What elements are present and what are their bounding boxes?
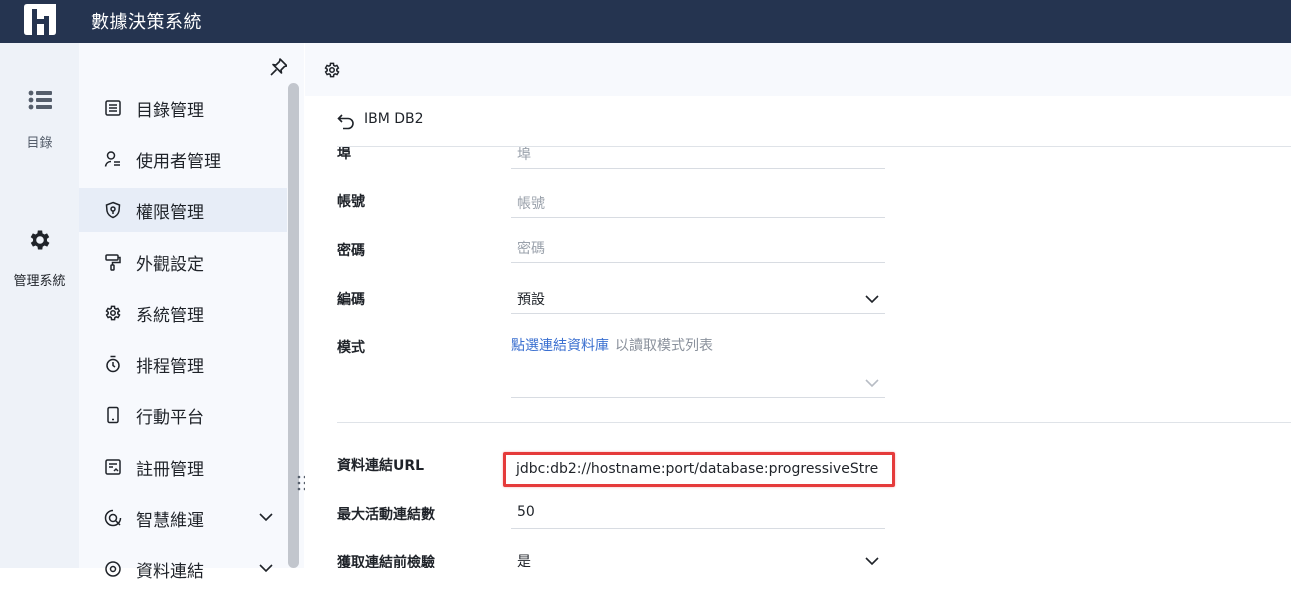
menu-item-appearance-settings[interactable]: 外觀設定 xyxy=(79,240,287,284)
menu-item-label: 資料連結 xyxy=(136,562,204,582)
port-placeholder: 埠 xyxy=(517,147,531,163)
test-before-label: 獲取連結前檢驗 xyxy=(337,555,435,568)
menu-item-label: 智慧維運 xyxy=(136,511,204,531)
menu-item-label: 行動平台 xyxy=(136,408,204,428)
menu-item-data-link[interactable]: 資料連結 xyxy=(79,547,287,591)
connect-database-link[interactable]: 點選連結資料庫 xyxy=(511,338,609,354)
catalog-icon xyxy=(105,100,121,116)
menu-item-label: 權限管理 xyxy=(136,203,204,223)
test-before-select[interactable]: 是 xyxy=(511,548,885,568)
menu-item-label: 註冊管理 xyxy=(136,460,204,480)
connection-title: IBM DB2 xyxy=(364,111,424,127)
menu-item-schedule-management[interactable]: 排程管理 xyxy=(79,342,287,386)
list-icon xyxy=(28,90,52,110)
encoding-label: 編碼 xyxy=(337,292,365,308)
left-nav: 目錄 管理系統 xyxy=(0,43,79,568)
scrollbar-thumb[interactable] xyxy=(288,83,299,568)
test-before-value: 是 xyxy=(517,554,531,568)
menu-item-smart-maintenance[interactable]: 智慧維運 xyxy=(79,496,287,540)
app-title: 數據決策系統 xyxy=(91,12,202,33)
gear-icon xyxy=(30,230,49,250)
max-active-field[interactable]: 50 xyxy=(511,501,885,529)
connection-panel: IBM DB2 埠 埠 帳號 帳號 密碼 密碼 編碼 預設 模式 點選連結資料庫… xyxy=(305,96,1291,568)
port-label: 埠 xyxy=(337,147,351,162)
chevron-down-icon xyxy=(865,557,879,566)
encoding-select[interactable]: 預設 xyxy=(511,286,885,314)
gear-icon xyxy=(105,305,121,321)
password-placeholder: 密碼 xyxy=(517,241,545,257)
menu-item-permission-management[interactable]: 權限管理 xyxy=(79,188,287,232)
divider xyxy=(337,422,1291,423)
nav-label: 管理系統 xyxy=(13,274,66,289)
chevron-down-icon[interactable] xyxy=(259,563,273,573)
password-field[interactable]: 密碼 xyxy=(511,235,885,263)
nav-label: 目錄 xyxy=(26,136,53,151)
url-field-highlighted[interactable]: jdbc:db2://hostname:port/database:progre… xyxy=(503,452,895,487)
back-arrow-icon[interactable] xyxy=(337,112,355,130)
menu-item-registration-management[interactable]: 註冊管理 xyxy=(79,445,287,489)
chevron-down-icon xyxy=(865,379,879,388)
schema-link-row: 點選連結資料庫 以讀取模式列表 xyxy=(511,335,713,355)
schema-select[interactable] xyxy=(511,370,885,398)
top-bar: 數據決策系統 xyxy=(0,0,1291,43)
menu-item-mobile-platform[interactable]: 行動平台 xyxy=(79,393,287,437)
menu-item-label: 排程管理 xyxy=(136,357,204,377)
timer-icon xyxy=(106,355,120,373)
account-placeholder: 帳號 xyxy=(517,196,545,212)
mobile-icon xyxy=(107,406,119,424)
pin-icon[interactable] xyxy=(269,57,289,77)
chevron-down-icon[interactable] xyxy=(259,512,273,522)
data-link-icon xyxy=(105,561,121,577)
gear-icon[interactable] xyxy=(323,61,341,79)
management-menu: 目錄管理 使用者管理 權限管理 外觀設定 系統管理 排程管理 行動平台 註冊管理… xyxy=(79,43,289,582)
menu-item-system-management[interactable]: 系統管理 xyxy=(79,291,287,335)
url-label: 資料連結URL xyxy=(337,458,425,474)
user-icon xyxy=(104,151,120,167)
menu-item-label: 系統管理 xyxy=(136,306,204,326)
menu-item-label: 外觀設定 xyxy=(136,255,204,275)
app-logo-icon xyxy=(24,4,56,35)
port-field[interactable]: 埠 xyxy=(511,147,885,169)
menu-item-catalog-management[interactable]: 目錄管理 xyxy=(79,86,287,130)
chevron-down-icon xyxy=(865,295,879,304)
max-active-value: 50 xyxy=(517,504,535,520)
account-field[interactable]: 帳號 xyxy=(511,190,885,218)
max-active-label: 最大活動連結數 xyxy=(337,507,435,523)
schema-label: 模式 xyxy=(337,340,365,356)
content-header xyxy=(305,43,1291,96)
menu-item-label: 目錄管理 xyxy=(136,101,204,121)
connection-form: 埠 埠 帳號 帳號 密碼 密碼 編碼 預設 模式 點選連結資料庫以讀取模式列表 xyxy=(305,147,1291,568)
register-icon xyxy=(105,459,121,475)
nav-item-catalog[interactable]: 目錄 xyxy=(0,90,79,151)
menu-item-label: 使用者管理 xyxy=(136,152,221,172)
encoding-value: 預設 xyxy=(517,292,545,308)
menu-item-user-management[interactable]: 使用者管理 xyxy=(79,137,287,181)
password-label: 密碼 xyxy=(337,243,365,259)
schema-hint: 以讀取模式列表 xyxy=(615,338,713,354)
account-label: 帳號 xyxy=(337,194,365,210)
paint-roller-icon xyxy=(105,254,121,271)
nav-item-management[interactable]: 管理系統 xyxy=(0,227,79,289)
maintenance-icon xyxy=(104,509,122,527)
url-value: jdbc:db2://hostname:port/database:progre… xyxy=(516,461,879,477)
shield-icon xyxy=(105,201,121,219)
